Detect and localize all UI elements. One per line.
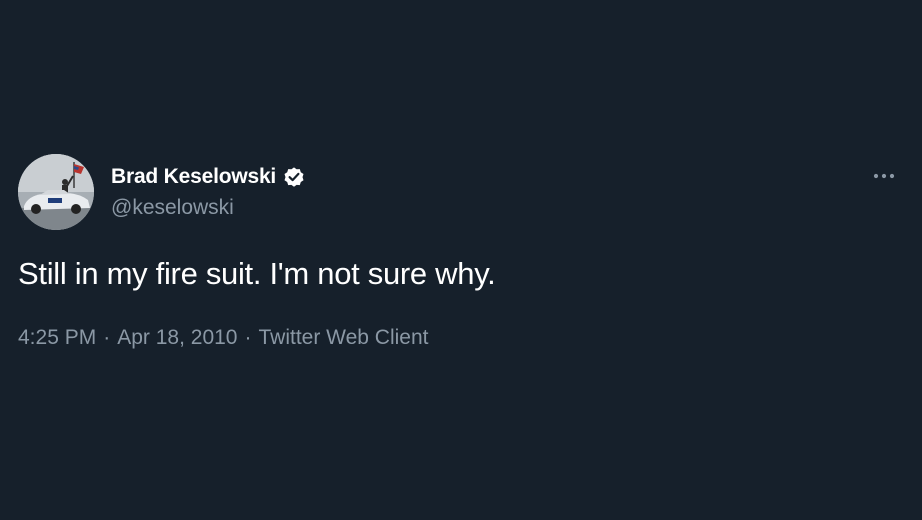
tweet-date[interactable]: Apr 18, 2010 [117, 326, 237, 350]
tweet-metadata: 4:25 PM · Apr 18, 2010 · Twitter Web Cli… [18, 326, 428, 350]
verified-badge-icon [282, 165, 306, 189]
tweet-card: Brad Keselowski @keselowski Still in my … [0, 0, 922, 520]
author-name-row: Brad Keselowski [111, 162, 306, 192]
more-options-icon [873, 173, 895, 179]
meta-separator: · [103, 326, 111, 349]
tweet-text: Still in my fire suit. I'm not sure why. [18, 256, 496, 291]
meta-separator: · [244, 326, 252, 349]
tweet-time[interactable]: 4:25 PM [18, 326, 96, 350]
tweet-source[interactable]: Twitter Web Client [258, 326, 428, 350]
author-handle[interactable]: @keselowski [111, 196, 234, 220]
author-display-name[interactable]: Brad Keselowski [111, 165, 276, 189]
avatar[interactable] [18, 154, 94, 230]
more-options-button[interactable] [869, 164, 899, 188]
avatar-photo-icon [18, 154, 94, 230]
